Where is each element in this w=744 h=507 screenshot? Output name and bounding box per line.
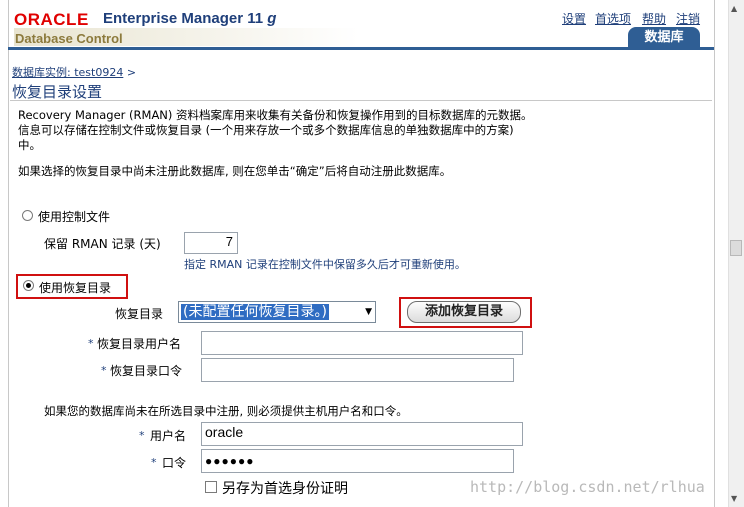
catalog-username-input[interactable] (201, 331, 523, 355)
retain-days-input[interactable]: 7 (184, 232, 238, 254)
catalog-username-label: 恢复目录用户名 (97, 337, 182, 351)
recovery-catalog-label: 使用恢复目录 (39, 281, 112, 295)
scroll-up-icon[interactable]: ▲ (731, 4, 737, 13)
save-preferred-credential-label: 另存为首选身份证明 (222, 481, 348, 497)
page-right-border (714, 0, 715, 507)
catalog-select-value: (未配置任何恢复目录。) (181, 304, 329, 320)
product-name-text: Enterprise Manager 11 (103, 10, 264, 27)
catalog-password-label: 恢复目录口令 (110, 364, 183, 378)
host-password-input[interactable]: ●●●●●● (201, 449, 514, 473)
watermark: http://blog.csdn.net/rlhua (470, 478, 705, 496)
chevron-down-icon: ▼ (365, 307, 372, 317)
product-subtitle: Database Control (15, 31, 123, 46)
tab-database[interactable]: 数据库 (628, 27, 700, 48)
preferences-link[interactable]: 首选项 (595, 10, 631, 27)
host-username-label: 用户名 (150, 429, 187, 443)
breadcrumb-link-instance[interactable]: 数据库实例: test0924 (12, 66, 123, 79)
save-preferred-credential-checkbox[interactable] (205, 481, 217, 493)
scrollbar-thumb[interactable] (730, 240, 742, 256)
product-version: g (267, 10, 277, 27)
host-username-input[interactable]: oracle (201, 422, 523, 446)
breadcrumb: 数据库实例: test0924 > (12, 64, 136, 80)
header-divider (8, 47, 714, 50)
control-file-radio[interactable] (22, 210, 33, 221)
breadcrumb-separator: > (126, 66, 137, 79)
required-marker: * (151, 456, 157, 469)
page-title: 恢复目录设置 (12, 83, 103, 101)
product-name: Enterprise Manager 11 g (103, 10, 276, 27)
required-marker: * (139, 429, 145, 442)
required-marker: * (101, 364, 107, 377)
retain-days-hint: 指定 RMAN 记录在控制文件中保留多久后才可重新使用。 (184, 258, 466, 271)
logout-link[interactable]: 注销 (676, 10, 700, 27)
page-left-border (8, 0, 9, 507)
required-marker: * (88, 337, 94, 350)
add-recovery-catalog-button[interactable]: 添加恢复目录 (407, 301, 521, 323)
recovery-catalog-radio[interactable] (23, 280, 34, 291)
catalog-select[interactable]: (未配置任何恢复目录。) ▼ (178, 301, 376, 323)
host-password-label: 口令 (162, 456, 187, 470)
catalog-password-input[interactable] (201, 358, 514, 382)
retain-days-label: 保留 RMAN 记录 (天) (44, 237, 161, 251)
catalog-select-label: 恢复目录 (115, 307, 164, 321)
scroll-down-icon[interactable]: ▼ (731, 494, 737, 503)
page-description: Recovery Manager (RMAN) 资料档案库用来收集有关备份和恢复… (18, 108, 533, 152)
host-credentials-note: 如果您的数据库尚未在所选目录中注册, 则必须提供主机用户名和口令。 (44, 404, 408, 418)
control-file-label: 使用控制文件 (38, 210, 111, 224)
title-divider (10, 100, 712, 101)
help-link[interactable]: 帮助 (642, 10, 666, 27)
settings-link[interactable]: 设置 (562, 10, 586, 27)
oracle-logo: ORACLE (14, 10, 89, 29)
auto-register-note: 如果选择的恢复目录中尚未注册此数据库, 则在您单击“确定”后将自动注册此数据库。 (18, 164, 452, 178)
